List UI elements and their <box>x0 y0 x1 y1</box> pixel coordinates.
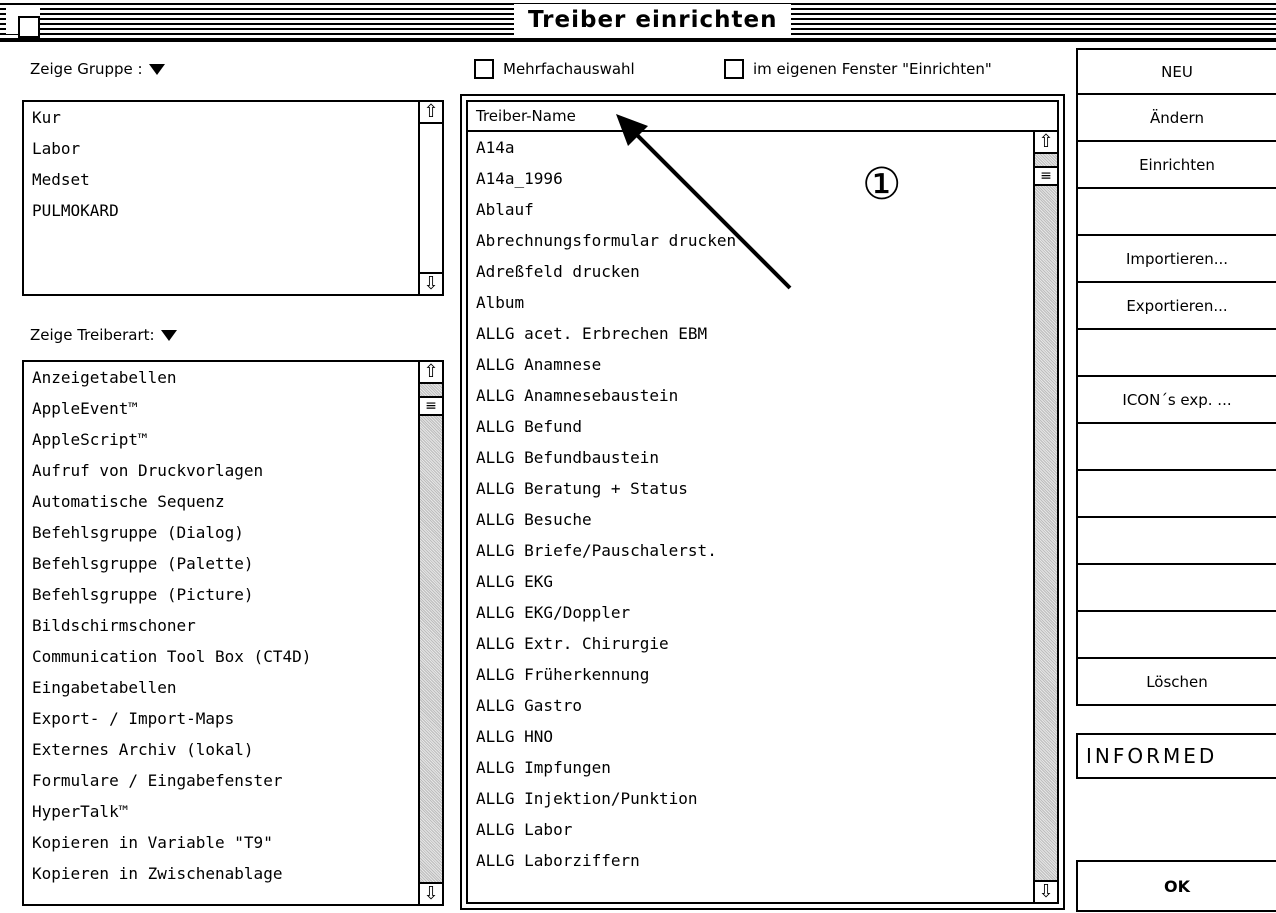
group-scrollbar[interactable]: ⇧ ⇩ <box>418 102 442 294</box>
treiberart-list-item[interactable]: Externes Archiv (lokal) <box>24 734 311 765</box>
treiberart-scrollbar[interactable]: ⇧ ≡ ⇩ <box>418 362 442 904</box>
treiber-list-item[interactable]: ALLG Injektion/Punktion <box>468 783 736 814</box>
close-box-area <box>6 6 40 38</box>
treiber-list-item[interactable]: ALLG Früherkennung <box>468 659 736 690</box>
up-arrow-icon[interactable]: ⇧ <box>420 102 442 124</box>
treiberart-list-item[interactable]: AppleScript™ <box>24 424 311 455</box>
treiber-list-item[interactable]: ALLG Anamnese <box>468 349 736 380</box>
empty-button-2[interactable] <box>1078 330 1276 377</box>
treiberart-list[interactable]: Anzeigetabellen AppleEvent™ AppleScript™ Au… <box>22 360 444 906</box>
exportieren-button[interactable]: Exportieren... <box>1078 283 1276 330</box>
einrichten-button[interactable]: Einrichten <box>1078 142 1276 189</box>
treiber-list-item[interactable]: ALLG Laborziffern <box>468 845 736 876</box>
treiberart-label: Zeige Treiberart: <box>30 326 155 344</box>
informed-logo: INFORMED <box>1076 733 1276 779</box>
annotation-arrow-icon <box>616 114 792 290</box>
mehrfachauswahl-label: Mehrfachauswahl <box>503 60 635 78</box>
scroll-thumb-icon[interactable]: ≡ <box>420 396 442 416</box>
window: Treiber einrichten Zeige Gruppe : Kur Lab… <box>0 0 1276 913</box>
treiber-list-item[interactable]: ALLG Extr. Chirurgie <box>468 628 736 659</box>
treiber-scrollbar[interactable]: ⇧ ≡ ⇩ <box>1033 132 1057 902</box>
annotation-marker: ① <box>862 159 902 210</box>
triangle-down-icon[interactable] <box>148 64 165 75</box>
treiberart-list-item[interactable]: Eingabetabellen <box>24 672 311 703</box>
importieren-button[interactable]: Importieren... <box>1078 236 1276 283</box>
empty-button-7[interactable] <box>1078 612 1276 659</box>
group-label-row[interactable]: Zeige Gruppe : <box>30 60 165 78</box>
eigenes-fenster-label: im eigenen Fenster "Einrichten" <box>753 60 992 78</box>
up-arrow-icon[interactable]: ⇧ <box>420 362 442 384</box>
treiber-list-item[interactable]: ALLG Briefe/Pauschalerst. <box>468 535 736 566</box>
treiberart-list-item[interactable]: Formulare / Eingabefenster <box>24 765 311 796</box>
group-label: Zeige Gruppe : <box>30 60 143 78</box>
down-arrow-icon[interactable]: ⇩ <box>420 272 442 294</box>
triangle-down-icon[interactable] <box>160 330 177 341</box>
empty-button-6[interactable] <box>1078 565 1276 612</box>
treiberart-list-item[interactable]: Befehlsgruppe (Palette) <box>24 548 311 579</box>
eigenes-fenster-checkbox[interactable] <box>724 59 744 79</box>
treiber-list-item[interactable]: ALLG HNO <box>468 721 736 752</box>
aendern-button[interactable]: Ändern <box>1078 95 1276 142</box>
icons-export-button[interactable]: ICON´s exp. ... <box>1078 377 1276 424</box>
group-list-item[interactable]: Medset <box>24 164 119 195</box>
loeschen-button[interactable]: Löschen <box>1078 659 1276 706</box>
treiberart-label-row[interactable]: Zeige Treiberart: <box>30 326 177 344</box>
group-list-item[interactable]: Kur <box>24 102 119 133</box>
group-items: Kur Labor Medset PULMOKARD <box>24 102 119 226</box>
button-column: NEU Ändern Einrichten Importieren... Exp… <box>1076 48 1276 706</box>
treiber-list-item[interactable]: ALLG Beratung + Status <box>468 473 736 504</box>
treiberart-list-item[interactable]: Befehlsgruppe (Dialog) <box>24 517 311 548</box>
treiberart-list-item[interactable]: HyperTalk™ <box>24 796 311 827</box>
scroll-thumb-icon[interactable]: ≡ <box>1035 166 1057 186</box>
treiber-list-item[interactable]: ALLG Gastro <box>468 690 736 721</box>
title-bar[interactable]: Treiber einrichten <box>0 0 1276 42</box>
treiberart-list-item[interactable]: Kopieren in Zwischenablage <box>24 858 311 889</box>
treiberart-list-item[interactable]: Kopieren in Variable "T9" <box>24 827 311 858</box>
down-arrow-icon[interactable]: ⇩ <box>1035 880 1057 902</box>
treiberart-list-item[interactable]: Export- / Import-Maps <box>24 703 311 734</box>
window-title: Treiber einrichten <box>514 4 792 36</box>
close-box-icon[interactable] <box>18 16 40 38</box>
treiber-list-item[interactable]: ALLG Labor <box>468 814 736 845</box>
treiberart-list-item[interactable]: Communication Tool Box (CT4D) <box>24 641 311 672</box>
treiber-list-item[interactable]: ALLG EKG <box>468 566 736 597</box>
empty-button-5[interactable] <box>1078 518 1276 565</box>
treiberart-items: Anzeigetabellen AppleEvent™ AppleScript™ Au… <box>24 362 311 889</box>
treiber-list-item[interactable]: ALLG Befundbaustein <box>468 442 736 473</box>
treiber-list-item[interactable]: ALLG Besuche <box>468 504 736 535</box>
empty-button-1[interactable] <box>1078 189 1276 236</box>
treiber-list-item[interactable]: ALLG EKG/Doppler <box>468 597 736 628</box>
treiber-list-item[interactable]: ALLG Anamnesebaustein <box>468 380 736 411</box>
treiberart-list-item[interactable]: Anzeigetabellen <box>24 362 311 393</box>
group-list-item[interactable]: PULMOKARD <box>24 195 119 226</box>
treiber-list-item[interactable]: ALLG acet. Erbrechen EBM <box>468 318 736 349</box>
group-list[interactable]: Kur Labor Medset PULMOKARD ⇧ ⇩ <box>22 100 444 296</box>
down-arrow-icon[interactable]: ⇩ <box>420 882 442 904</box>
mehrfachauswahl-checkbox[interactable] <box>474 59 494 79</box>
treiber-list-item[interactable]: ALLG Impfungen <box>468 752 736 783</box>
treiberart-list-item[interactable]: AppleEvent™ <box>24 393 311 424</box>
treiberart-list-item[interactable]: Bildschirmschoner <box>24 610 311 641</box>
empty-button-3[interactable] <box>1078 424 1276 471</box>
treiberart-list-item[interactable]: Automatische Sequenz <box>24 486 311 517</box>
empty-button-4[interactable] <box>1078 471 1276 518</box>
ok-button[interactable]: OK <box>1076 860 1276 912</box>
neu-button[interactable]: NEU <box>1078 48 1276 95</box>
treiberart-list-item[interactable]: Befehlsgruppe (Picture) <box>24 579 311 610</box>
up-arrow-icon[interactable]: ⇧ <box>1035 132 1057 154</box>
treiber-list-item[interactable]: ALLG Befund <box>468 411 736 442</box>
treiberart-list-item[interactable]: Aufruf von Druckvorlagen <box>24 455 311 486</box>
group-list-item[interactable]: Labor <box>24 133 119 164</box>
